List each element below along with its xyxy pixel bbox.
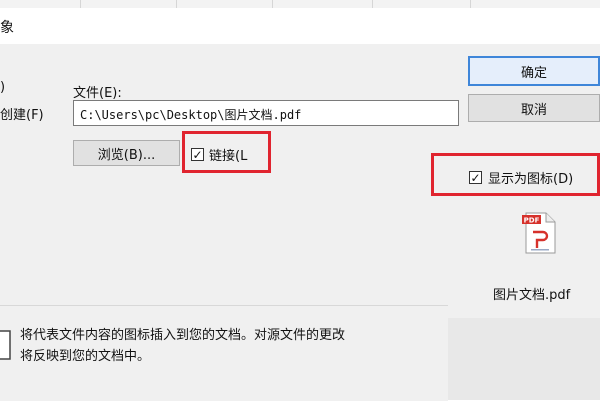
grid-line <box>470 0 471 8</box>
preview-file-name: 图片文档.pdf <box>493 288 571 303</box>
dialog-title: 象 <box>0 20 14 36</box>
display-as-icon-label: 显示为图标(D) <box>488 172 574 187</box>
display-as-icon-checkbox-box[interactable]: ✓ <box>469 171 482 184</box>
create-from-file-radio-label-fragment: ) <box>0 80 6 95</box>
result-description-line-1: 将代表文件内容的图标插入到您的文档。对源文件的更改 <box>20 328 346 343</box>
grid-line <box>272 0 273 8</box>
dialog-title-bar[interactable] <box>0 8 600 45</box>
link-checkbox-label: 链接(L <box>209 149 248 164</box>
display-as-icon-checkbox[interactable]: ✓ 显示为图标(D) <box>469 168 573 187</box>
result-icon <box>0 330 11 360</box>
link-checkbox-box[interactable]: ✓ <box>191 148 204 161</box>
pdf-file-icon[interactable]: PDF <box>522 212 558 254</box>
file-label: 文件(E): <box>73 86 122 101</box>
link-checkbox[interactable]: ✓ 链接(L <box>191 145 247 164</box>
ok-button[interactable]: 确定 <box>468 56 600 86</box>
browse-button[interactable]: 浏览(B)... <box>73 140 180 166</box>
file-path-input[interactable]: C:\Users\pc\Desktop\图片文档.pdf <box>73 100 459 126</box>
grid-line <box>80 0 81 8</box>
result-panel-side <box>448 318 600 400</box>
result-description-line-2: 将反映到您的文档中。 <box>20 349 151 364</box>
svg-text:PDF: PDF <box>524 217 540 225</box>
grid-line <box>372 0 373 8</box>
grid-line <box>176 0 177 8</box>
cancel-button[interactable]: 取消 <box>468 94 600 122</box>
create-from-file-radio-label[interactable]: 创建(F) <box>0 104 44 123</box>
